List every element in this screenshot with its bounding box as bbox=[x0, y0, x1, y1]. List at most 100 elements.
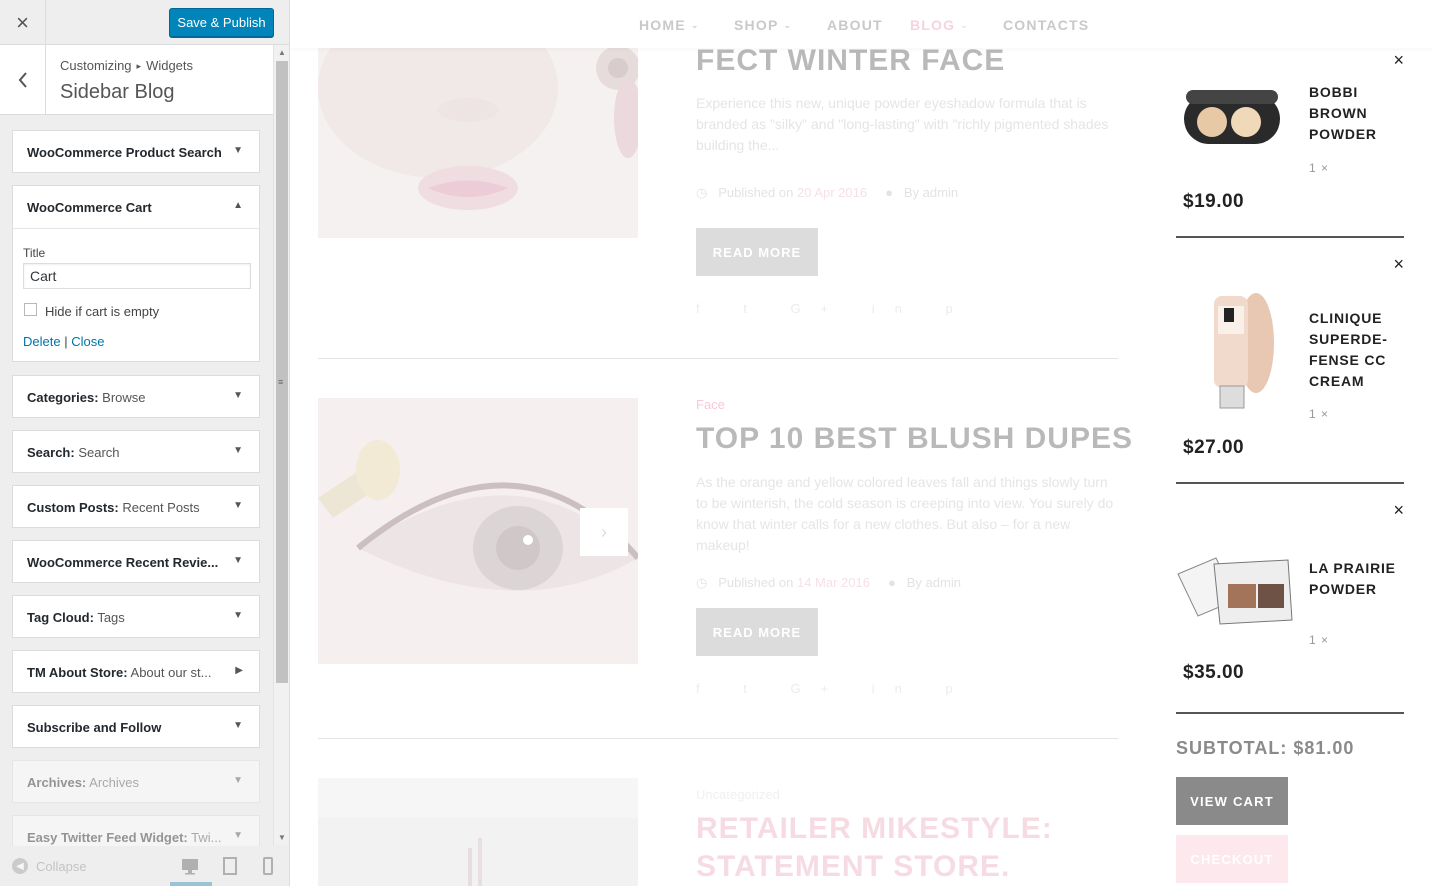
scroll-thumb[interactable]: ≡ bbox=[276, 61, 288, 683]
widget-recent-reviews[interactable]: WooCommerce Recent Revie... ▼ bbox=[12, 540, 260, 583]
widget-name: Custom Posts: bbox=[27, 500, 119, 515]
widget-subtitle: Tags bbox=[97, 610, 125, 625]
mini-cart-panel: × BOBBI BROWN POWDER 1 × $19.00 × CLINIQ bbox=[1170, 48, 1433, 886]
cart-item: × CLINIQUE SUPERDE-FENSE CC CREAM 1 × $2… bbox=[1176, 252, 1404, 482]
hide-if-empty-checkbox[interactable] bbox=[24, 303, 37, 316]
widget-subtitle: About our st... bbox=[130, 665, 212, 680]
cart-item-name[interactable]: CLINIQUE SUPERDE-FENSE CC CREAM bbox=[1309, 308, 1409, 392]
close-customizer-button[interactable]: × bbox=[0, 0, 46, 45]
title-input[interactable] bbox=[23, 263, 251, 289]
widget-search[interactable]: Search: Search ▼ bbox=[12, 430, 260, 473]
link-separator: | bbox=[64, 334, 68, 349]
nav-blog-label: BLOG bbox=[910, 17, 956, 33]
post-divider bbox=[318, 358, 1118, 359]
cart-item-name[interactable]: BOBBI BROWN POWDER bbox=[1309, 82, 1409, 145]
cart-separator bbox=[1176, 712, 1404, 714]
scroll-down-arrow-icon[interactable]: ▼ bbox=[274, 830, 289, 845]
mobile-preview-icon[interactable] bbox=[258, 856, 278, 876]
widget-cart-header[interactable]: WooCommerce Cart ▲ bbox=[13, 186, 259, 229]
nav-home[interactable]: HOME ⌄ bbox=[639, 17, 700, 33]
save-publish-button[interactable]: Save & Publish bbox=[169, 8, 274, 37]
post-excerpt: As the orange and yellow colored leaves … bbox=[696, 474, 1114, 553]
read-more-button[interactable]: READ MORE bbox=[696, 228, 818, 276]
site-preview: HOME ⌄ SHOP ⌄ ABOUT BLOG ⌄ CONTACTS FECT WI… bbox=[290, 0, 1433, 886]
cart-item-price: $19.00 bbox=[1183, 191, 1245, 212]
cart-item-price: $35.00 bbox=[1183, 662, 1245, 683]
product-thumb-la-prairie[interactable] bbox=[1176, 554, 1296, 638]
grip-icon: ≡ bbox=[278, 377, 284, 387]
arrow-down-icon: ▼ bbox=[233, 720, 243, 731]
widget-product-search[interactable]: WooCommerce Product Search ▼ bbox=[12, 130, 260, 173]
subtotal-label: SUBTOTAL: bbox=[1176, 738, 1288, 758]
nav-about[interactable]: ABOUT bbox=[827, 17, 883, 33]
arrow-down-icon: ▼ bbox=[233, 610, 243, 621]
nav-shop-label: SHOP bbox=[734, 17, 779, 33]
post-title[interactable]: FECT WINTER FACE bbox=[696, 44, 1005, 78]
scroll-up-arrow-icon[interactable]: ▲ bbox=[274, 45, 289, 60]
remove-item-icon[interactable]: × bbox=[1393, 254, 1404, 275]
post-divider bbox=[318, 738, 1118, 739]
social-share-icons[interactable]: f t G+ in p bbox=[696, 301, 973, 316]
desktop-preview-icon[interactable] bbox=[180, 856, 200, 876]
section-title: Sidebar Blog bbox=[60, 81, 175, 103]
cart-item-qty: 1 × bbox=[1309, 633, 1330, 647]
view-cart-button[interactable]: VIEW CART bbox=[1176, 777, 1288, 825]
widget-subtitle: Archives bbox=[89, 775, 140, 790]
post-title-line1[interactable]: RETAILER MIKESTYLE: bbox=[696, 812, 1053, 846]
read-more-button[interactable]: READ MORE bbox=[696, 608, 818, 656]
post-image-store[interactable] bbox=[318, 778, 638, 886]
widget-tag-cloud[interactable]: Tag Cloud: Tags ▼ bbox=[12, 595, 260, 638]
post-category[interactable]: Face bbox=[696, 397, 725, 412]
product-thumb-bobbi-brown[interactable] bbox=[1176, 86, 1286, 156]
cart-item: × LA PRAIRIE POWDER 1 × $35.00 bbox=[1176, 498, 1404, 728]
widget-categories[interactable]: Categories: Browse ▼ bbox=[12, 375, 260, 418]
widget-name: WooCommerce Recent Revie... bbox=[27, 555, 219, 570]
arrow-down-icon: ▼ bbox=[233, 445, 243, 456]
product-thumb-clinique[interactable] bbox=[1176, 288, 1286, 413]
widget-cart-expanded: WooCommerce Cart ▲ Title Hide if cart is… bbox=[12, 185, 260, 362]
clock-icon: ◷ bbox=[696, 575, 708, 590]
nav-contacts[interactable]: CONTACTS bbox=[1003, 17, 1089, 33]
nav-shop[interactable]: SHOP ⌄ bbox=[734, 17, 792, 33]
widget-about-store[interactable]: TM About Store: About our st... ▶ bbox=[12, 650, 260, 693]
cart-item-name[interactable]: LA PRAIRIE POWDER bbox=[1309, 558, 1409, 600]
widget-custom-posts[interactable]: Custom Posts: Recent Posts ▼ bbox=[12, 485, 260, 528]
post-title[interactable]: TOP 10 BEST BLUSH DUPES bbox=[696, 422, 1133, 456]
close-link[interactable]: Close bbox=[71, 334, 104, 349]
slider-next-button[interactable]: › bbox=[580, 508, 628, 556]
widget-name: Search: bbox=[27, 445, 75, 460]
post-date[interactable]: 14 Mar 2016 bbox=[797, 575, 870, 590]
post-author[interactable]: By admin bbox=[904, 185, 958, 200]
post-date[interactable]: 20 Apr 2016 bbox=[797, 185, 867, 200]
widget-subscribe-follow[interactable]: Subscribe and Follow ▼ bbox=[12, 705, 260, 748]
chevron-left-icon bbox=[18, 71, 27, 88]
nav-blog[interactable]: BLOG ⌄ bbox=[910, 17, 969, 33]
remove-item-icon[interactable]: × bbox=[1393, 500, 1404, 521]
collapse-icon: ◀ bbox=[12, 858, 28, 874]
post-meta: ◷ Published on 20 Apr 2016 ● By admin bbox=[696, 185, 958, 201]
tablet-preview-icon[interactable] bbox=[220, 856, 240, 876]
collapse-button[interactable]: ◀ Collapse bbox=[12, 858, 87, 874]
widget-name: Subscribe and Follow bbox=[27, 720, 162, 735]
arrow-up-icon: ▲ bbox=[233, 200, 243, 211]
section-header: Customizing ▸ Widgets Sidebar Blog bbox=[0, 45, 273, 115]
post-image-face[interactable] bbox=[318, 48, 638, 238]
delete-link[interactable]: Delete bbox=[23, 334, 61, 349]
widget-name: Categories: bbox=[27, 390, 99, 405]
arrow-down-icon: ▼ bbox=[233, 145, 243, 156]
post-category[interactable]: Uncategorized bbox=[696, 787, 780, 802]
widget-subtitle: Twi... bbox=[191, 830, 222, 845]
widget-archives[interactable]: Archives: Archives ▼ bbox=[12, 760, 260, 803]
post-author[interactable]: By admin bbox=[907, 575, 961, 590]
cart-item: × BOBBI BROWN POWDER 1 × $19.00 bbox=[1176, 48, 1404, 238]
checkout-button[interactable]: CHECKOUT bbox=[1176, 835, 1288, 883]
post-title-line2[interactable]: STATEMENT STORE. bbox=[696, 850, 1010, 884]
breadcrumb-separator: ▸ bbox=[136, 61, 142, 71]
hide-if-empty-label: Hide if cart is empty bbox=[45, 304, 160, 319]
scrollbar[interactable]: ▲ ≡ ▼ bbox=[273, 45, 289, 845]
back-button[interactable] bbox=[0, 45, 46, 114]
published-label: Published on bbox=[718, 575, 794, 590]
widget-name: Archives: bbox=[27, 775, 87, 790]
social-share-icons[interactable]: f t G+ in p bbox=[696, 681, 973, 696]
remove-item-icon[interactable]: × bbox=[1393, 50, 1404, 71]
